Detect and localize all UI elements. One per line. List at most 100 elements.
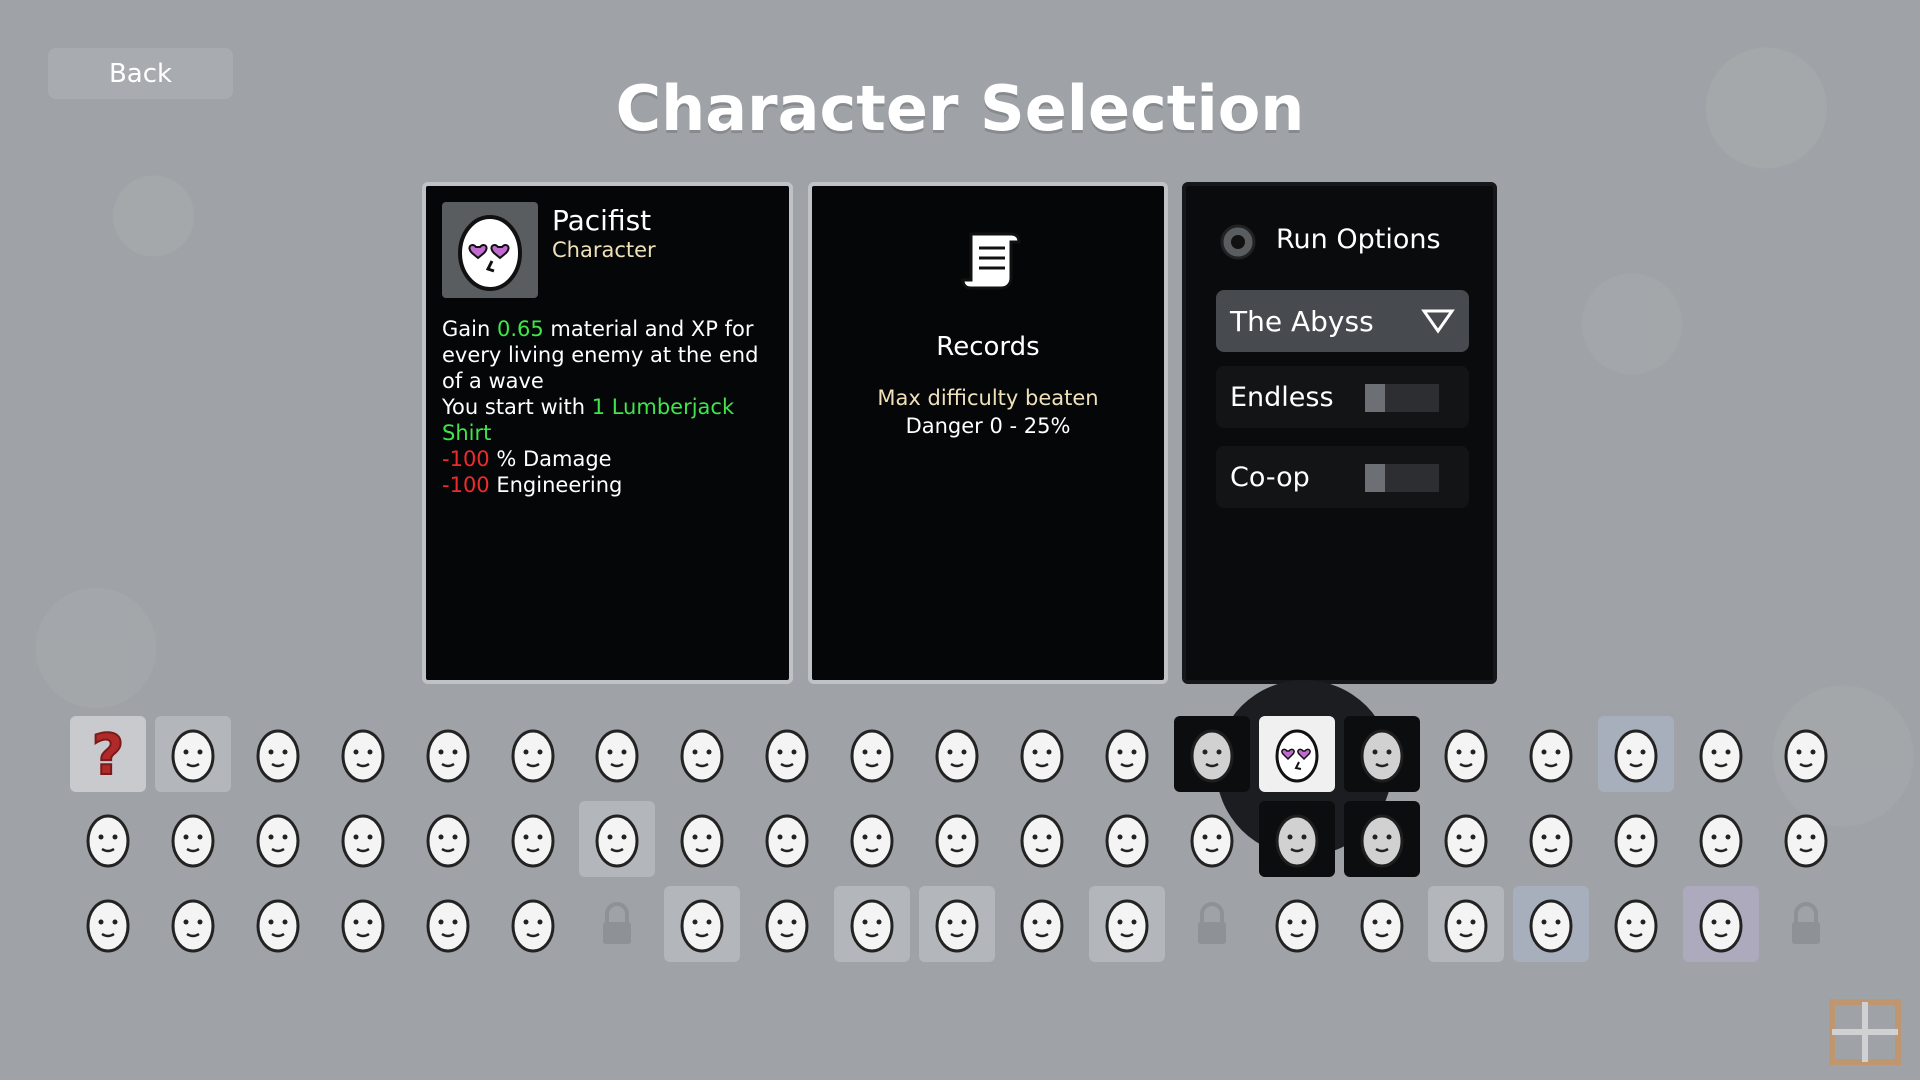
character-slot[interactable] xyxy=(664,716,740,792)
character-slot[interactable] xyxy=(1174,716,1250,792)
character-slot[interactable] xyxy=(1428,886,1504,962)
character-slot[interactable] xyxy=(1089,801,1165,877)
character-egg-icon xyxy=(341,899,385,953)
desc-gain-value: 0.65 xyxy=(496,317,544,341)
character-slot[interactable] xyxy=(325,716,401,792)
records-max-difficulty: Max difficulty beaten xyxy=(877,386,1099,410)
character-egg-icon xyxy=(765,729,809,783)
coop-option: Co-op xyxy=(1216,446,1469,508)
character-slot[interactable] xyxy=(1598,716,1674,792)
character-slot[interactable] xyxy=(1004,716,1080,792)
run-options-panel: Run Options The Abyss Endless Co-op xyxy=(1182,182,1497,684)
character-slot[interactable] xyxy=(1428,716,1504,792)
records-danger-range: Danger 0 - 25% xyxy=(905,414,1071,438)
character-slot[interactable] xyxy=(155,886,231,962)
character-egg-icon xyxy=(1529,729,1573,783)
character-egg-icon xyxy=(1360,729,1404,783)
character-slot[interactable] xyxy=(579,801,655,877)
character-slot[interactable] xyxy=(1598,801,1674,877)
character-slot[interactable] xyxy=(325,886,401,962)
character-slot[interactable] xyxy=(1344,801,1420,877)
character-egg-icon xyxy=(1529,814,1573,868)
character-egg-icon xyxy=(1275,899,1319,953)
character-slot[interactable] xyxy=(834,716,910,792)
character-slot[interactable] xyxy=(1513,801,1589,877)
endless-toggle[interactable] xyxy=(1365,384,1439,412)
character-slot[interactable] xyxy=(1259,801,1335,877)
character-slot[interactable] xyxy=(1004,886,1080,962)
character-slot[interactable] xyxy=(70,801,146,877)
character-slot[interactable] xyxy=(1259,886,1335,962)
selected-character-slot[interactable] xyxy=(1259,716,1335,792)
coop-toggle[interactable] xyxy=(1365,464,1439,492)
character-egg-icon xyxy=(1105,899,1149,953)
character-slot[interactable] xyxy=(325,801,401,877)
character-slot[interactable] xyxy=(749,886,825,962)
character-slot[interactable] xyxy=(1344,716,1420,792)
character-slot[interactable] xyxy=(919,801,995,877)
character-egg-icon xyxy=(426,729,470,783)
character-slot[interactable] xyxy=(495,801,571,877)
scroll-icon xyxy=(961,232,1021,290)
character-slot[interactable] xyxy=(1513,886,1589,962)
character-egg-icon xyxy=(1444,814,1488,868)
character-slot[interactable] xyxy=(1768,801,1844,877)
character-slot[interactable] xyxy=(410,716,486,792)
character-slot[interactable] xyxy=(410,801,486,877)
character-egg-icon xyxy=(1360,814,1404,868)
character-slot[interactable] xyxy=(495,716,571,792)
character-slot[interactable] xyxy=(1683,801,1759,877)
character-egg-icon xyxy=(1360,899,1404,953)
character-egg-icon xyxy=(1784,814,1828,868)
toggle-knob xyxy=(1365,464,1385,492)
svg-text:?: ? xyxy=(92,724,124,784)
character-slot[interactable] xyxy=(155,801,231,877)
character-slot[interactable] xyxy=(1344,886,1420,962)
character-slot[interactable] xyxy=(495,886,571,962)
character-egg-icon xyxy=(1614,814,1658,868)
desc-stat2-value: -100 xyxy=(442,473,490,497)
pacifist-egg-icon xyxy=(1275,729,1319,783)
character-slot[interactable] xyxy=(749,716,825,792)
desc-gain-prefix: Gain xyxy=(442,317,497,341)
character-egg-icon xyxy=(935,899,979,953)
character-slot[interactable] xyxy=(1768,716,1844,792)
character-slot[interactable] xyxy=(664,801,740,877)
character-slot[interactable] xyxy=(70,886,146,962)
character-egg-icon xyxy=(341,729,385,783)
character-egg-icon xyxy=(850,729,894,783)
character-slot[interactable] xyxy=(919,716,995,792)
character-egg-icon xyxy=(1190,814,1234,868)
lock-icon xyxy=(1198,902,1226,944)
character-slot[interactable] xyxy=(1089,716,1165,792)
random-character-slot[interactable]: ? xyxy=(70,716,146,792)
character-slot[interactable] xyxy=(240,886,316,962)
character-egg-icon xyxy=(935,814,979,868)
character-slot[interactable] xyxy=(240,801,316,877)
character-slot[interactable] xyxy=(240,716,316,792)
character-slot[interactable] xyxy=(1004,801,1080,877)
records-panel: Records Max difficulty beaten Danger 0 -… xyxy=(808,182,1168,684)
character-slot[interactable] xyxy=(1089,886,1165,962)
character-slot[interactable] xyxy=(1513,716,1589,792)
character-slot[interactable] xyxy=(1428,801,1504,877)
character-slot[interactable] xyxy=(664,886,740,962)
character-slot[interactable] xyxy=(1598,886,1674,962)
character-egg-icon xyxy=(1614,899,1658,953)
character-slot[interactable] xyxy=(1683,886,1759,962)
character-slot[interactable] xyxy=(919,886,995,962)
records-title: Records xyxy=(936,332,1040,362)
character-slot[interactable] xyxy=(834,886,910,962)
character-slot[interactable] xyxy=(1174,801,1250,877)
character-egg-icon xyxy=(1614,729,1658,783)
character-slot[interactable] xyxy=(749,801,825,877)
character-slot[interactable] xyxy=(1683,716,1759,792)
character-egg-icon xyxy=(511,899,555,953)
character-slot[interactable] xyxy=(155,716,231,792)
character-egg-icon xyxy=(1020,899,1064,953)
character-slot[interactable] xyxy=(834,801,910,877)
character-slot[interactable] xyxy=(410,886,486,962)
character-slot[interactable] xyxy=(579,716,655,792)
mode-dropdown[interactable]: The Abyss xyxy=(1216,290,1469,352)
run-options-title: Run Options xyxy=(1276,224,1441,255)
